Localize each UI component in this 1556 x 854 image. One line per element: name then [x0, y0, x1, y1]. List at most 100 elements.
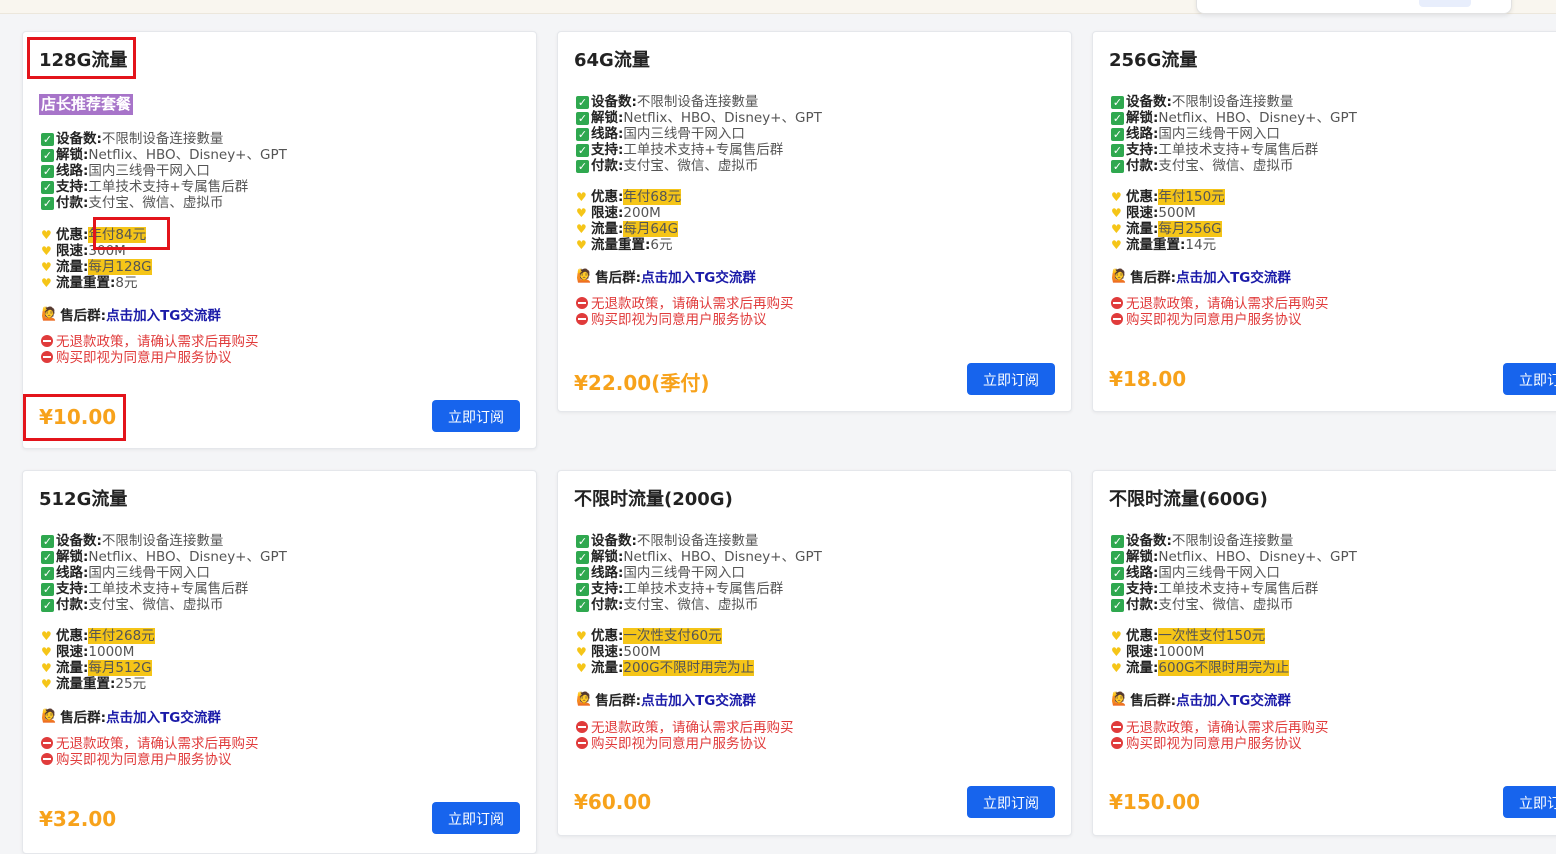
detail-traffic: ♥ 流量: 每月64G	[576, 221, 679, 237]
detail-speed: ♥ 限速: 1000M	[1111, 644, 1205, 660]
feature-list: ✓ 设备数: 不限制设备连接數量 ✓ 解锁: Netflix、HBO、Disney+、G…	[1111, 94, 1357, 174]
annotation-box-title	[27, 37, 136, 79]
plan-details: ♥ 优惠: 一次性支付150元 ♥ 限速: 1000M ♥ 流量: 600G不限时用完为止	[1111, 628, 1290, 676]
no-entry-icon	[41, 737, 53, 749]
top-search-box[interactable]	[1196, 0, 1512, 14]
yellow-heart-icon: ♥	[41, 629, 52, 643]
feature-unlock: ✓ 解锁: Netflix、HBO、Disney+、GPT	[1111, 110, 1357, 126]
plan-title: 不限时流量(200G)	[574, 489, 733, 510]
tg-group-link[interactable]: 点击加入TG交流群	[1176, 689, 1291, 709]
feature-support: ✓ 支持: 工单技术支持+专属售后群	[576, 581, 784, 597]
subscribe-button[interactable]: 立即订阅	[432, 802, 520, 834]
agreement-text: 购买即视为同意用户服务协议	[1126, 312, 1302, 328]
tg-group-link[interactable]: 点击加入TG交流群	[106, 304, 221, 324]
recommended-badge: 店长推荐套餐	[39, 94, 134, 115]
detail-discount: ♥ 优惠: 年付68元	[576, 189, 682, 205]
feature-devices: ✓ 设备数: 不限制设备连接數量	[1111, 533, 1294, 549]
plan-title: 64G流量	[574, 50, 650, 71]
feature-unlock: ✓ 解锁: Netflix、HBO、Disney+、GPT	[41, 147, 287, 163]
yellow-heart-icon: ♥	[41, 645, 52, 659]
annotation-box-discount	[93, 217, 170, 250]
check-square-icon: ✓	[1111, 598, 1124, 612]
feature-devices: ✓ 设备数: 不限制设备连接數量	[576, 533, 759, 549]
plan-price: ¥60.00	[574, 790, 652, 814]
yellow-heart-icon: ♥	[1111, 206, 1122, 220]
no-entry-icon	[576, 297, 588, 309]
plan-title: 512G流量	[39, 489, 128, 510]
policy-notes: 无退款政策，请确认需求后再购买 购买即视为同意用户服务协议	[41, 736, 259, 768]
feature-payment: ✓ 付款: 支付宝、微信、虚拟币	[1111, 597, 1294, 613]
aftersales-row: 🙋 售后群: 点击加入TG交流群	[1111, 266, 1291, 287]
feature-unlock: ✓ 解锁: Netflix、HBO、Disney+、GPT	[41, 549, 287, 565]
yellow-heart-icon: ♥	[576, 629, 587, 643]
no-entry-icon	[1111, 313, 1123, 325]
tg-group-link[interactable]: 点击加入TG交流群	[1176, 266, 1291, 286]
yellow-heart-icon: ♥	[41, 260, 52, 274]
check-square-icon: ✓	[576, 95, 589, 109]
check-square-icon: ✓	[576, 534, 589, 548]
detail-reset: ♥ 流量重置: 8元	[41, 275, 138, 291]
person-raising-hand-icon: 🙋	[576, 268, 593, 284]
check-square-icon: ✓	[576, 550, 589, 564]
detail-speed: ♥ 限速: 500M	[576, 644, 661, 660]
feature-route: ✓ 线路: 国内三线骨干网入口	[1111, 126, 1280, 142]
detail-traffic: ♥ 流量: 每月128G	[41, 259, 152, 275]
check-square-icon: ✓	[1111, 582, 1124, 596]
yellow-heart-icon: ♥	[576, 190, 587, 204]
tg-group-link[interactable]: 点击加入TG交流群	[641, 266, 756, 286]
feature-payment: ✓ 付款: 支付宝、微信、虚拟币	[576, 597, 759, 613]
feature-devices: ✓ 设备数: 不限制设备连接數量	[1111, 94, 1294, 110]
subscribe-button[interactable]: 立即订阅	[432, 400, 520, 432]
feature-route: ✓ 线路: 国内三线骨干网入口	[41, 163, 210, 179]
subscribe-button[interactable]: 立即订阅	[967, 363, 1055, 395]
yellow-heart-icon: ♥	[1111, 645, 1122, 659]
policy-notes: 无退款政策，请确认需求后再购买 购买即视为同意用户服务协议	[576, 296, 794, 328]
feature-support: ✓ 支持: 工单技术支持+专属售后群	[1111, 142, 1319, 158]
plan-card-512g: 512G流量 ✓ 设备数: 不限制设备连接數量 ✓ 解锁: Netflix、HBO、Di…	[22, 470, 537, 854]
aftersales-row: 🙋 售后群: 点击加入TG交流群	[41, 706, 221, 727]
agreement-text: 购买即视为同意用户服务协议	[56, 752, 232, 768]
check-square-icon: ✓	[41, 566, 54, 580]
plan-card-unlimited-200g: 不限时流量(200G) ✓ 设备数: 不限制设备连接數量 ✓ 解锁: Netflix、H…	[557, 470, 1072, 836]
yellow-heart-icon: ♥	[1111, 238, 1122, 252]
check-square-icon: ✓	[1111, 550, 1124, 564]
feature-devices: ✓ 设备数: 不限制设备连接數量	[576, 94, 759, 110]
detail-discount: ♥ 优惠: 一次性支付150元	[1111, 628, 1266, 644]
policy-notes: 无退款政策，请确认需求后再购买 购买即视为同意用户服务协议	[576, 720, 794, 752]
detail-discount: ♥ 优惠: 年付268元	[41, 628, 155, 644]
check-square-icon: ✓	[41, 582, 54, 596]
subscribe-button[interactable]: 立即订阅	[1503, 363, 1556, 395]
check-square-icon: ✓	[1111, 143, 1124, 157]
check-square-icon: ✓	[576, 566, 589, 580]
detail-speed: ♥ 限速: 500M	[1111, 205, 1196, 221]
plan-title: 256G流量	[1109, 50, 1198, 71]
top-search-button[interactable]	[1419, 0, 1471, 7]
feature-unlock: ✓ 解锁: Netflix、HBO、Disney+、GPT	[576, 110, 822, 126]
yellow-heart-icon: ♥	[41, 228, 52, 242]
check-square-icon: ✓	[576, 111, 589, 125]
no-entry-icon	[576, 721, 588, 733]
feature-payment: ✓ 付款: 支付宝、微信、虚拟币	[576, 158, 759, 174]
detail-discount: ♥ 优惠: 一次性支付60元	[576, 628, 722, 644]
subscribe-button[interactable]: 立即订阅	[1503, 786, 1556, 818]
check-square-icon: ✓	[576, 143, 589, 157]
yellow-heart-icon: ♥	[576, 238, 587, 252]
agreement-text: 购买即视为同意用户服务协议	[591, 312, 767, 328]
yellow-heart-icon: ♥	[41, 244, 52, 258]
tg-group-link[interactable]: 点击加入TG交流群	[106, 706, 221, 726]
feature-support: ✓ 支持: 工单技术支持+专属售后群	[1111, 581, 1319, 597]
detail-speed: ♥ 限速: 1000M	[41, 644, 135, 660]
plan-card-256g: 256G流量 ✓ 设备数: 不限制设备连接數量 ✓ 解锁: Netflix、HBO、Di…	[1092, 31, 1556, 412]
check-square-icon: ✓	[41, 550, 54, 564]
detail-traffic: ♥ 流量: 600G不限时用完为止	[1111, 660, 1290, 676]
feature-route: ✓ 线路: 国内三线骨干网入口	[576, 565, 745, 581]
no-entry-icon	[1111, 297, 1123, 309]
detail-traffic: ♥ 流量: 每月256G	[1111, 221, 1222, 237]
subscribe-button[interactable]: 立即订阅	[967, 786, 1055, 818]
top-bar	[0, 0, 1556, 14]
yellow-heart-icon: ♥	[1111, 661, 1122, 675]
tg-group-link[interactable]: 点击加入TG交流群	[641, 689, 756, 709]
plan-details: ♥ 优惠: 年付268元 ♥ 限速: 1000M ♥ 流量: 每月512G ♥ 流量重置: 25…	[41, 628, 155, 692]
plan-card-64g: 64G流量 ✓ 设备数: 不限制设备连接數量 ✓ 解锁: Netflix、HBO、Dis…	[557, 31, 1072, 412]
detail-discount: ♥ 优惠: 年付150元	[1111, 189, 1225, 205]
